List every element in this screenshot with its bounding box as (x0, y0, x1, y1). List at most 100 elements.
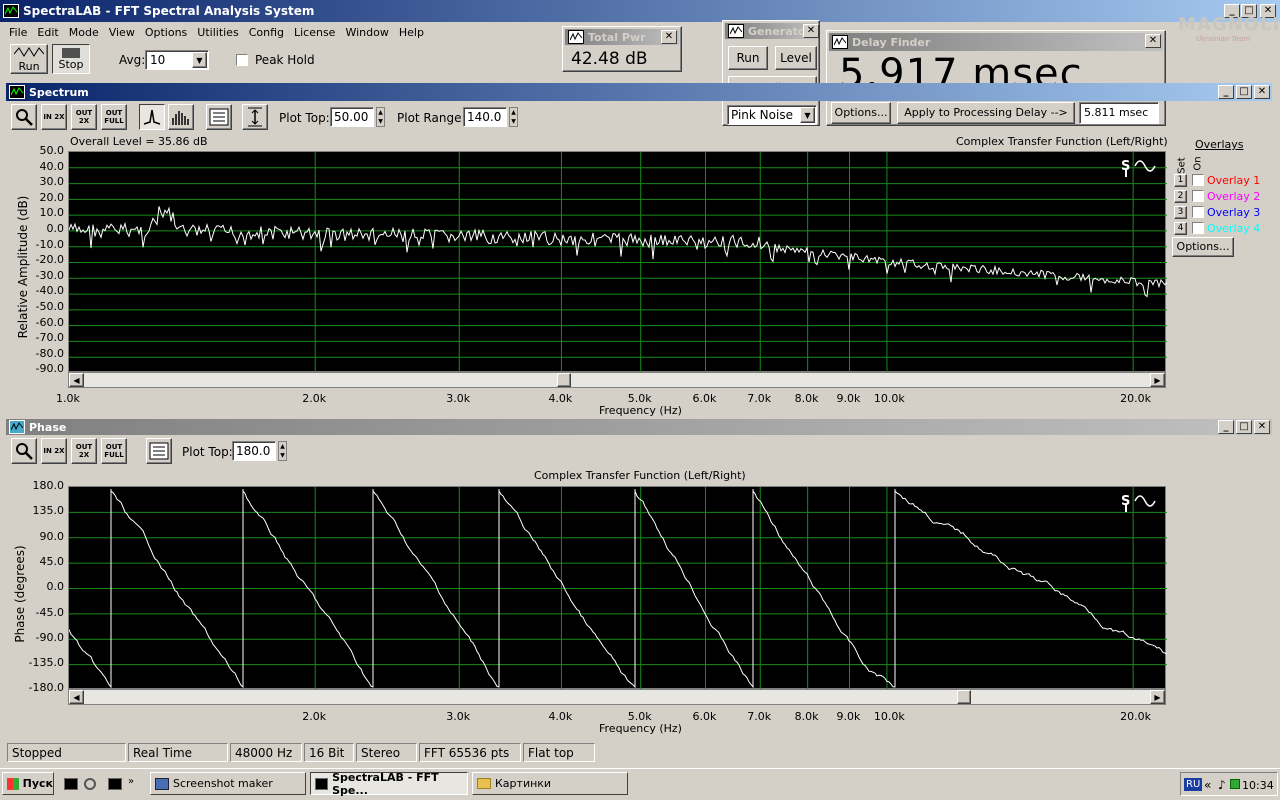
start-button[interactable]: Пуск (2, 772, 54, 795)
spectrum-title-bar[interactable]: Spectrum (6, 83, 1272, 101)
peak-hold-checkbox[interactable] (236, 54, 248, 66)
menu-item-edit[interactable]: Edit (32, 24, 63, 42)
plot-range-field[interactable]: 140.0 (463, 107, 507, 127)
status-cell-6: Flat top (523, 743, 595, 762)
status-cell-3: 16 Bit (304, 743, 354, 762)
taskbar-item-screenshot-maker[interactable]: Screenshot maker (150, 772, 306, 795)
phase-minimize-button[interactable]: _ (1218, 420, 1234, 434)
tray-expand-icon[interactable]: « (1204, 778, 1211, 792)
taskbar-item-pictures[interactable]: Картинки (472, 772, 628, 795)
overlay-on-checkbox-2[interactable] (1192, 190, 1204, 202)
delay-options-button[interactable]: Options... (831, 102, 891, 124)
menu-item-help[interactable]: Help (394, 24, 429, 42)
signal-dropdown-arrow[interactable]: ▼ (800, 107, 815, 123)
spectrum-maximize-button[interactable]: □ (1236, 85, 1252, 99)
phase-zoom-out-2x-icon[interactable]: OUT 2X (71, 438, 97, 464)
spectrum-close-button[interactable]: ✕ (1254, 85, 1270, 99)
spectrum-x-tick: 8.0k (794, 392, 819, 405)
menu-item-view[interactable]: View (104, 24, 140, 42)
generator-run-button[interactable]: Run (728, 46, 768, 70)
si-units-icon[interactable]: S (1121, 156, 1159, 178)
spectrum-scroll-thumb[interactable] (557, 373, 571, 387)
phase-si-units-icon[interactable]: S (1121, 491, 1159, 513)
spectrum-zoom-out-full-icon[interactable]: OUT FULL (101, 104, 127, 130)
phase-scroll-right-arrow-icon[interactable]: ▶ (1150, 690, 1165, 704)
spectrum-scrollbar[interactable]: ◀ ▶ (68, 372, 1166, 388)
stop-label: Stop (58, 58, 84, 71)
overlay-set-button-2[interactable]: 2 (1174, 190, 1187, 203)
processing-delay-field[interactable]: 5.811 msec (1079, 102, 1159, 124)
overlay-set-button-3[interactable]: 3 (1174, 206, 1187, 219)
menu-item-window[interactable]: Window (340, 24, 393, 42)
phase-x-tick: 7.0k (747, 710, 772, 723)
total-pwr-value: 42.48 dB (571, 49, 648, 69)
spectrum-minimize-button[interactable]: _ (1218, 85, 1234, 99)
volume-icon[interactable]: ♪ (1218, 778, 1226, 792)
delay-finder-title-bar[interactable]: Delay Finder (829, 33, 1163, 51)
quicklaunch-refresh-icon[interactable] (84, 778, 96, 790)
phase-plot-top-field[interactable]: 180.0 (232, 441, 276, 461)
phase-scroll-left-arrow-icon[interactable]: ◀ (69, 690, 84, 704)
quicklaunch-arrow-icon[interactable]: » (128, 776, 134, 787)
generator-close-icon[interactable]: ✕ (803, 24, 819, 38)
scroll-left-arrow-icon[interactable]: ◀ (69, 373, 84, 387)
spectrum-plot-top-spinner[interactable]: ▲ ▼ (376, 107, 385, 127)
status-cell-5: FFT 65536 pts (419, 743, 521, 762)
generator-signal-select[interactable]: Pink Noise ▼ (727, 105, 817, 125)
menu-item-license[interactable]: License (289, 24, 340, 42)
spectrum-settings-icon[interactable] (206, 104, 232, 130)
network-icon[interactable] (1230, 779, 1240, 789)
phase-scroll-thumb[interactable] (957, 690, 971, 704)
taskbar-item-spectralab[interactable]: SpectraLAB - FFT Spe... (310, 771, 468, 797)
delay-finder-close-icon[interactable]: ✕ (1145, 34, 1161, 48)
plot-range-spinner[interactable]: ▲ ▼ (509, 107, 518, 127)
menu-item-options[interactable]: Options (140, 24, 192, 42)
menu-item-mode[interactable]: Mode (64, 24, 104, 42)
start-label: Пуск (22, 777, 53, 790)
overlay-set-button-4[interactable]: 4 (1174, 222, 1187, 235)
overlays-options-button[interactable]: Options... (1172, 237, 1234, 257)
quicklaunch-app-icon[interactable] (108, 778, 122, 790)
overlay-set-header: Set (1176, 157, 1188, 174)
stop-button[interactable]: Stop (52, 44, 90, 74)
menu-item-utilities[interactable]: Utilities (192, 24, 243, 42)
app-title-bar[interactable]: SpectraLAB - FFT Spectral Analysis Syste… (0, 0, 1280, 22)
phase-scrollbar[interactable]: ◀ ▶ (68, 689, 1166, 705)
overlay-on-checkbox-1[interactable] (1192, 174, 1204, 186)
phase-settings-icon[interactable] (146, 438, 172, 464)
phase-zoom-in-2x-icon[interactable]: IN 2X (41, 438, 67, 464)
overlay-set-button-1[interactable]: 1 (1174, 174, 1187, 187)
spectrum-zoom-icon[interactable] (11, 104, 37, 130)
menu-item-config[interactable]: Config (244, 24, 289, 42)
phase-close-button[interactable]: ✕ (1254, 420, 1270, 434)
scroll-right-arrow-icon[interactable]: ▶ (1150, 373, 1165, 387)
phase-maximize-button[interactable]: □ (1236, 420, 1252, 434)
menu-item-file[interactable]: File (4, 24, 32, 42)
phase-plot[interactable]: S (68, 486, 1167, 690)
generator-level-button[interactable]: Level (775, 46, 817, 70)
line-plot-mode-icon[interactable] (139, 104, 165, 130)
run-button[interactable]: Run (10, 44, 48, 74)
spectrum-zoom-in-2x-icon[interactable]: IN 2X (41, 104, 67, 130)
delay-finder-title: Delay Finder (852, 35, 931, 49)
language-indicator[interactable]: RU (1184, 778, 1203, 791)
spectrum-zoom-out-2x-icon[interactable]: OUT 2X (71, 104, 97, 130)
quicklaunch-spectralab-icon[interactable] (64, 778, 78, 790)
overlay-name-4: Overlay 4 (1207, 222, 1261, 235)
overlay-on-checkbox-3[interactable] (1192, 206, 1204, 218)
phase-zoom-icon[interactable] (11, 438, 37, 464)
bar-plot-mode-icon[interactable] (168, 104, 194, 130)
avg-dropdown-arrow[interactable]: ▼ (192, 52, 207, 68)
spectrum-plot[interactable]: S (68, 151, 1167, 373)
avg-select[interactable]: 10 ▼ (145, 50, 209, 70)
spectrum-y-tick: -90.0 (35, 362, 64, 376)
apply-processing-delay-button[interactable]: Apply to Processing Delay --> (897, 102, 1075, 124)
phase-title-bar[interactable]: Phase (6, 419, 1272, 435)
total-pwr-close-icon[interactable]: ✕ (661, 30, 677, 44)
overlay-on-checkbox-4[interactable] (1192, 222, 1204, 234)
spectrum-scale-icon[interactable] (242, 104, 268, 130)
phase-plot-top-spinner[interactable]: ▲ ▼ (278, 441, 287, 461)
spectrum-plot-top-field[interactable]: 50.00 (330, 107, 374, 127)
phase-x-tick: 8.0k (794, 710, 819, 723)
phase-zoom-out-full-icon[interactable]: OUT FULL (101, 438, 127, 464)
